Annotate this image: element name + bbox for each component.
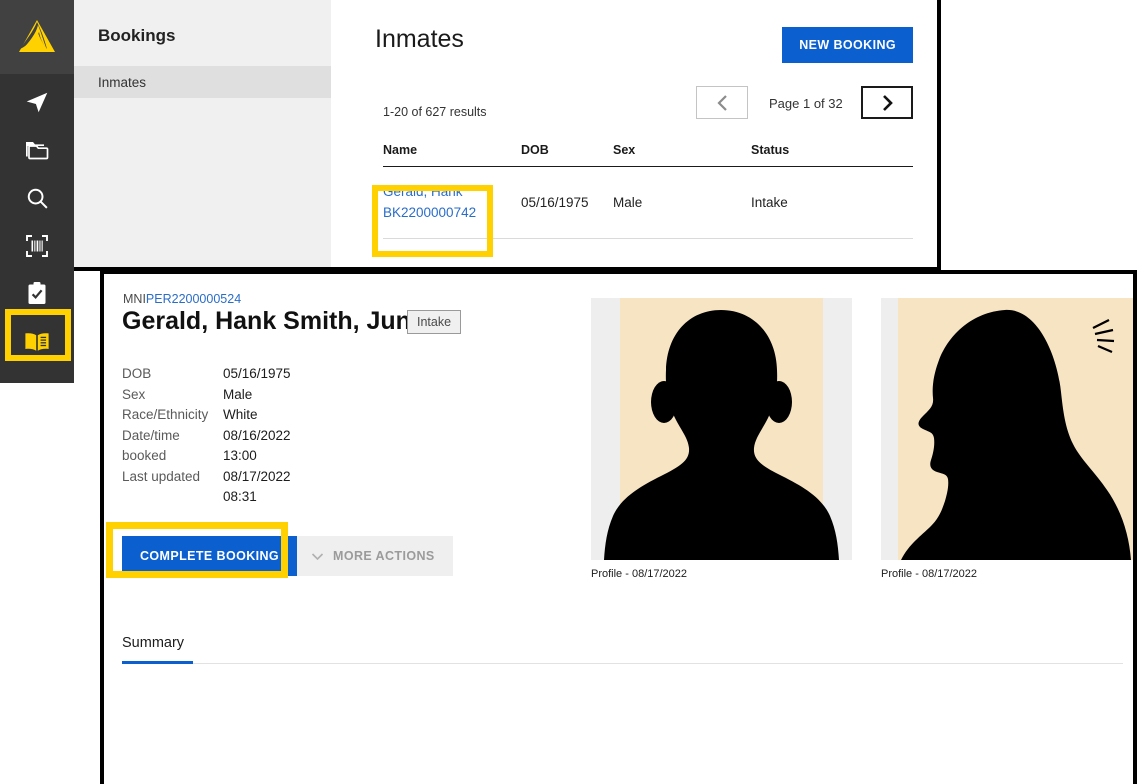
meta-value: Male <box>223 385 252 406</box>
chevron-left-icon <box>715 93 730 113</box>
meta-key: Last updated <box>122 467 223 488</box>
rail-item-search[interactable] <box>0 174 74 222</box>
column-header-name: Name <box>383 143 521 157</box>
mugshot-side-image <box>881 298 1137 560</box>
sidebar-item-label: Inmates <box>74 75 146 90</box>
rail-item-tasks[interactable] <box>0 270 74 318</box>
list-content: Inmates NEW BOOKING 1-20 of 627 results … <box>331 0 941 271</box>
app-logo[interactable] <box>0 0 74 74</box>
table-row[interactable]: Gerald, Hank BK2200000742 05/16/1975 Mal… <box>383 167 913 239</box>
table-header-row: Name DOB Sex Status <box>383 137 913 167</box>
inmate-meta-list: DOB 05/16/1975 Sex Male Race/Ethnicity W… <box>122 364 291 508</box>
subnav-title: Bookings <box>98 26 175 46</box>
meta-key: booked <box>122 446 223 467</box>
complete-booking-button[interactable]: COMPLETE BOOKING <box>122 536 297 576</box>
status-badge: Intake <box>407 310 461 334</box>
results-count: 1-20 of 627 results <box>383 105 487 119</box>
more-actions-button[interactable]: MORE ACTIONS <box>297 536 453 576</box>
meta-value: White <box>223 405 258 426</box>
send-icon <box>24 89 50 115</box>
inmate-full-name: Gerald, Hank Smith, Junior <box>122 307 443 336</box>
meta-value: 13:00 <box>223 446 257 467</box>
inmate-booking-link[interactable]: BK2200000742 <box>383 203 521 224</box>
app-rail <box>0 0 74 383</box>
mugshot-frontal[interactable]: Profile - 08/17/2022 <box>591 298 852 580</box>
rail-item-send[interactable] <box>0 78 74 126</box>
sidebar-item-inmates[interactable]: Inmates <box>74 66 331 98</box>
inmate-status-cell: Intake <box>751 195 911 210</box>
meta-key: DOB <box>122 364 223 385</box>
new-booking-button[interactable]: NEW BOOKING <box>782 27 913 63</box>
meta-value: 08/16/2022 <box>223 426 291 447</box>
meta-row: Sex Male <box>122 385 291 406</box>
inmate-dob-cell: 05/16/1975 <box>521 195 613 210</box>
next-page-button[interactable] <box>861 86 913 119</box>
chevron-down-icon <box>311 552 324 561</box>
book-open-icon <box>23 330 51 354</box>
tab-summary-underline <box>122 661 193 664</box>
inmate-name-link[interactable]: Gerald, Hank <box>383 182 521 203</box>
page-title: Inmates <box>375 25 464 54</box>
person-frontal-silhouette-icon <box>591 298 852 560</box>
page-indicator: Page 1 of 32 <box>769 96 843 111</box>
barcode-scan-icon <box>24 233 50 259</box>
meta-value: 08/17/2022 <box>223 467 291 488</box>
column-header-dob: DOB <box>521 143 613 157</box>
screenshot-root: Bookings Inmates Inmates NEW BOOKING 1-2… <box>0 0 1137 784</box>
more-actions-label: MORE ACTIONS <box>333 549 435 563</box>
meta-row: booked 13:00 <box>122 446 291 467</box>
mni-identifier: MNIPER2200000524 <box>123 292 241 306</box>
mni-label: MNI <box>123 292 146 306</box>
inmate-sex-cell: Male <box>613 195 751 210</box>
chevron-right-icon <box>880 93 895 113</box>
column-header-status: Status <box>751 143 911 157</box>
meta-row: Date/time 08/16/2022 <box>122 426 291 447</box>
rail-item-folders[interactable] <box>0 126 74 174</box>
tab-summary[interactable]: Summary <box>122 635 184 661</box>
meta-key: Sex <box>122 385 223 406</box>
meta-value: 05/16/1975 <box>223 364 291 385</box>
search-icon <box>25 186 50 211</box>
meta-key <box>122 487 223 508</box>
mugshot-frontal-caption: Profile - 08/17/2022 <box>591 568 852 580</box>
previous-page-button[interactable] <box>696 86 748 119</box>
mni-value-link[interactable]: PER2200000524 <box>146 292 241 306</box>
bookings-list-panel: Bookings Inmates Inmates NEW BOOKING 1-2… <box>0 0 941 271</box>
meta-row: Last updated 08/17/2022 <box>122 467 291 488</box>
detail-actions: COMPLETE BOOKING MORE ACTIONS <box>122 536 453 576</box>
mugshot-gallery: Profile - 08/17/2022 <box>591 298 1137 580</box>
sub-navigation: Bookings Inmates <box>74 0 331 271</box>
inmate-name-cell[interactable]: Gerald, Hank BK2200000742 <box>383 182 521 224</box>
inmate-detail-panel: MNIPER2200000524 Gerald, Hank Smith, Jun… <box>100 270 1137 784</box>
mugshot-side[interactable]: Profile - 08/17/2022 <box>881 298 1137 580</box>
rail-item-bookings[interactable] <box>0 318 74 366</box>
meta-value: 08:31 <box>223 487 257 508</box>
triangle-swoosh-logo-icon <box>17 18 57 56</box>
mugshot-side-caption: Profile - 08/17/2022 <box>881 568 1137 580</box>
meta-row: 08:31 <box>122 487 291 508</box>
column-header-sex: Sex <box>613 143 751 157</box>
person-profile-silhouette-icon <box>881 298 1137 560</box>
clipboard-check-icon <box>25 281 49 307</box>
tab-divider <box>193 663 1123 664</box>
inmates-table: Name DOB Sex Status Gerald, Hank BK22000… <box>383 137 913 239</box>
detail-tabs: Summary <box>122 634 1123 664</box>
meta-key: Date/time <box>122 426 223 447</box>
meta-row: DOB 05/16/1975 <box>122 364 291 385</box>
mugshot-frontal-image <box>591 298 852 560</box>
meta-key: Race/Ethnicity <box>122 405 223 426</box>
folder-icon <box>24 138 50 162</box>
meta-row: Race/Ethnicity White <box>122 405 291 426</box>
rail-item-scan[interactable] <box>0 222 74 270</box>
